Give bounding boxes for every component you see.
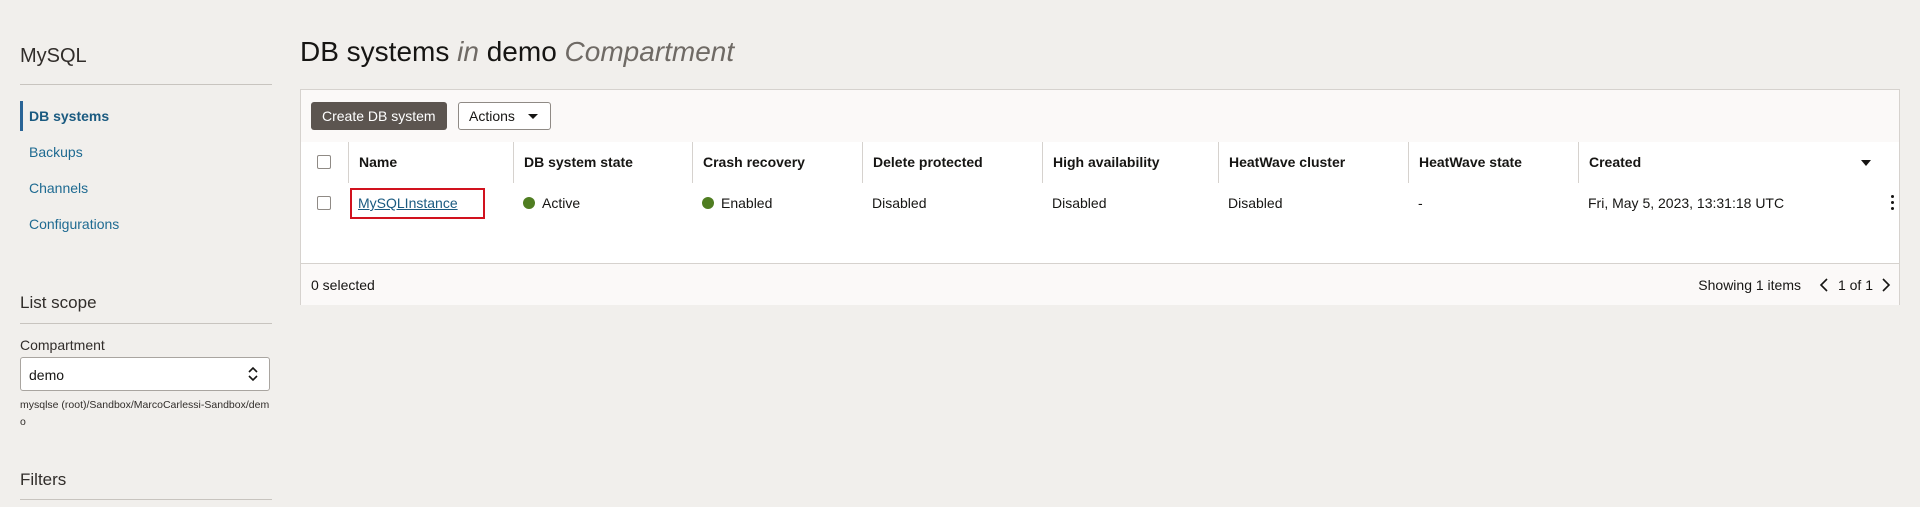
- sidebar-item-configurations[interactable]: Configurations: [20, 209, 272, 239]
- cell-heatwave-state: -: [1418, 195, 1423, 211]
- table-empty-area: [301, 223, 1899, 264]
- page-title: DB systems in demo Compartment: [300, 36, 734, 68]
- compartment-label: Compartment: [20, 337, 105, 353]
- row-select-cell: [301, 183, 348, 223]
- selected-count: 0 selected: [311, 277, 375, 293]
- column-header-created-label: Created: [1589, 154, 1642, 170]
- column-header-high-availability[interactable]: High availability: [1042, 142, 1218, 183]
- cell-delete-protected: Disabled: [872, 195, 927, 211]
- toolbar: Create DB system Actions: [301, 90, 1899, 143]
- state-text: Active: [542, 195, 581, 211]
- row-checkbox[interactable]: [317, 196, 331, 210]
- compartment-path: mysqlse (root)/Sandbox/MarcoCarlessi-San…: [20, 399, 270, 428]
- row-actions-kebab-icon[interactable]: [1891, 195, 1895, 211]
- sort-descending-icon[interactable]: [1861, 160, 1871, 166]
- compartment-select[interactable]: demo: [20, 357, 270, 391]
- cell-high-availability: Disabled: [1052, 195, 1107, 211]
- create-db-system-button[interactable]: Create DB system: [311, 102, 447, 130]
- cell-created: Fri, May 5, 2023, 13:31:18 UTC: [1588, 195, 1785, 211]
- table-row: MySQLInstance Active Enabled Disabled Di…: [301, 183, 1899, 224]
- column-header-name[interactable]: Name: [348, 142, 513, 183]
- compartment-select-value: demo: [29, 367, 65, 383]
- divider: [20, 323, 272, 324]
- divider: [20, 84, 272, 85]
- column-header-created[interactable]: Created: [1578, 142, 1899, 183]
- table-header: Name DB system state Crash recovery Dele…: [301, 142, 1899, 184]
- previous-page-icon[interactable]: [1819, 277, 1829, 298]
- sidebar-item-backups[interactable]: Backups: [20, 137, 272, 167]
- column-header-heatwave-cluster[interactable]: HeatWave cluster: [1218, 142, 1408, 183]
- crash-recovery-text: Enabled: [721, 195, 773, 211]
- actions-label: Actions: [469, 108, 515, 124]
- page-title-main: DB systems: [300, 36, 450, 67]
- column-header-crash-recovery[interactable]: Crash recovery: [692, 142, 862, 183]
- cell-state: Active: [513, 183, 692, 223]
- page-title-suffix: Compartment: [564, 36, 735, 67]
- items-count: Showing 1 items: [1698, 277, 1801, 293]
- status-enabled-icon: [702, 197, 714, 209]
- sidebar-item-db-systems[interactable]: DB systems: [20, 101, 272, 131]
- sidebar-item-channels[interactable]: Channels: [20, 173, 272, 203]
- header-select-cell: [301, 142, 348, 183]
- list-scope-heading: List scope: [20, 293, 97, 312]
- column-header-state[interactable]: DB system state: [513, 142, 692, 183]
- page-title-in: in: [457, 36, 479, 67]
- cell-crash-recovery: Enabled: [692, 183, 862, 223]
- page-title-compartment: demo: [486, 36, 557, 67]
- column-header-delete-protected[interactable]: Delete protected: [862, 142, 1042, 183]
- page-indicator: 1 of 1: [1837, 277, 1873, 293]
- divider: [20, 499, 272, 500]
- table-footer: 0 selected Showing 1 items 1 of 1: [301, 264, 1899, 305]
- filters-heading: Filters: [20, 470, 67, 489]
- caret-down-icon: [528, 114, 538, 119]
- actions-menu-button[interactable]: Actions: [458, 102, 551, 130]
- select-all-checkbox[interactable]: [317, 155, 331, 169]
- cell-heatwave-cluster: Disabled: [1228, 195, 1283, 211]
- status-active-icon: [523, 197, 535, 209]
- column-header-heatwave-state[interactable]: HeatWave state: [1408, 142, 1578, 183]
- highlight-box: [350, 188, 485, 219]
- sidebar-title: MySQL: [20, 45, 87, 67]
- db-systems-table-panel: Create DB system Actions Name DB system …: [300, 89, 1900, 305]
- next-page-icon[interactable]: [1881, 277, 1891, 298]
- select-arrows-icon: [248, 366, 258, 382]
